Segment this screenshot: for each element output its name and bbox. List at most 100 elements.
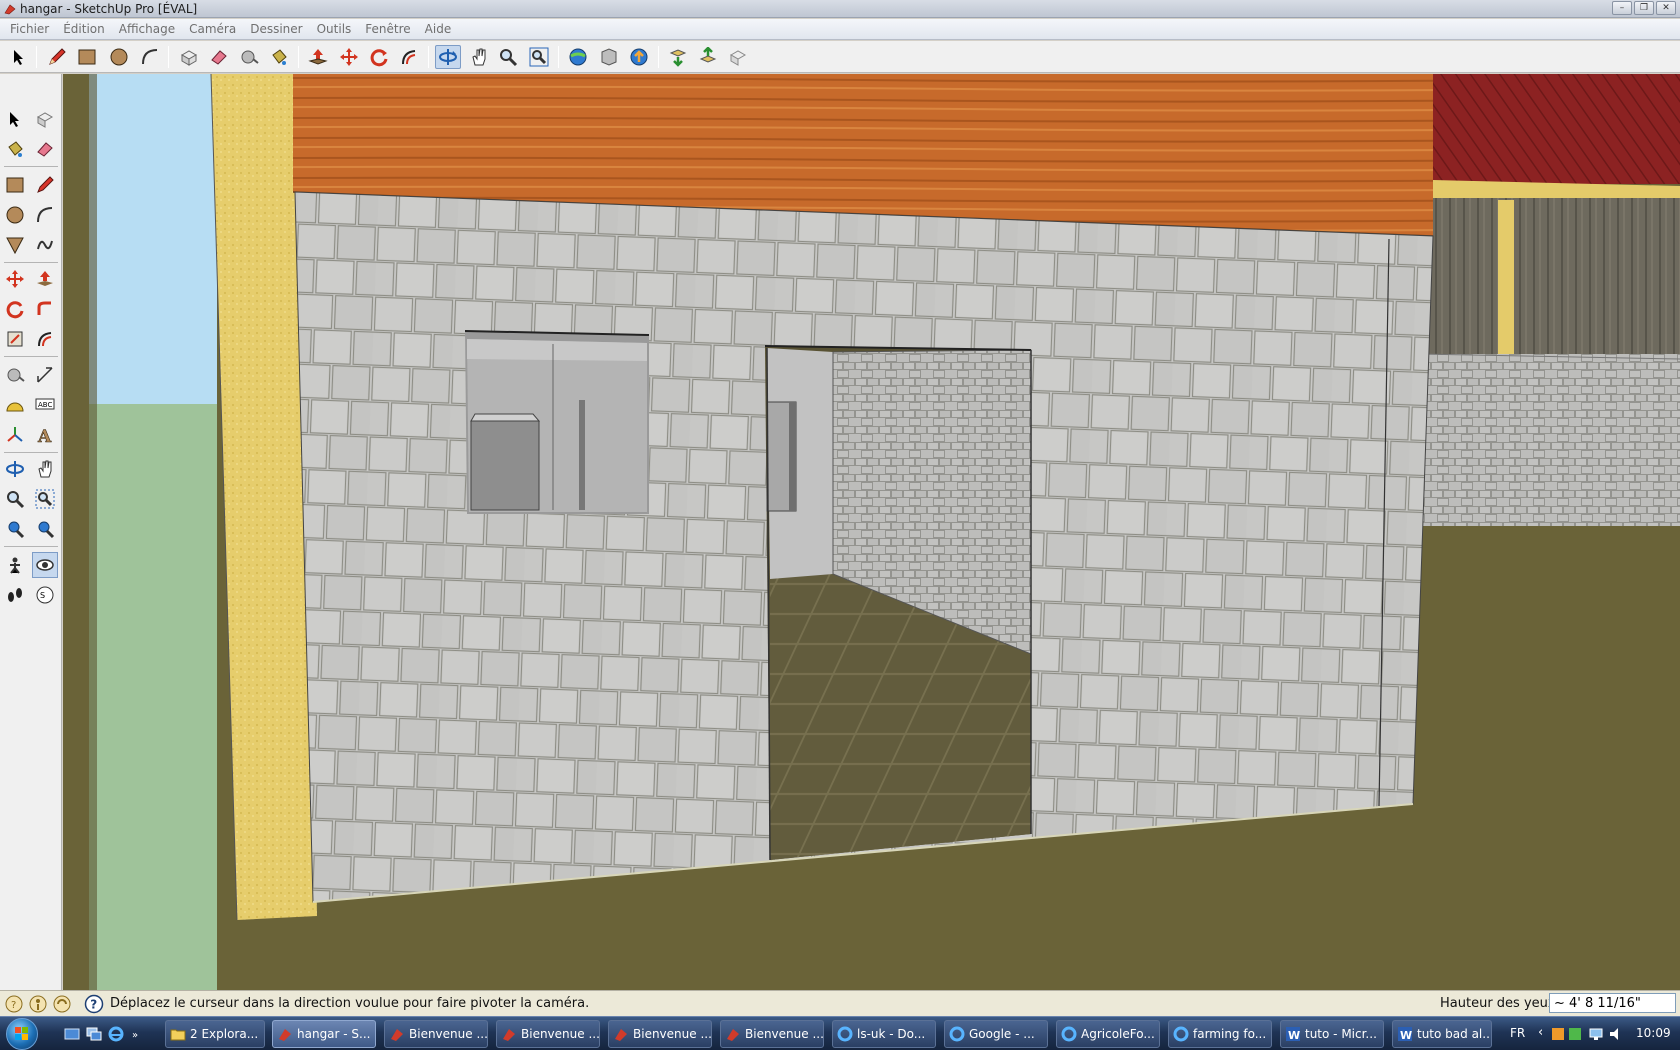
left-axes-button[interactable] [2,422,28,448]
tool-make-component-button[interactable] [176,45,202,69]
tool-rectangle-button[interactable] [74,45,100,69]
left-offset-button[interactable] [32,326,58,352]
left-push-pull-button[interactable] [32,266,58,292]
start-button[interactable] [6,1018,38,1050]
left-zoom-button[interactable] [2,486,28,512]
taskbar-button-bienvenue-4[interactable]: Bienvenue ... [720,1020,824,1048]
tool-orbit-button[interactable] [435,45,461,69]
left-eraser-button[interactable] [32,136,58,162]
quick-launch-more-icon[interactable]: » [130,1026,146,1042]
network-icon[interactable] [1588,1026,1604,1042]
left-tape-measure-button[interactable] [2,362,28,388]
left-3d-text-button[interactable]: A [32,422,58,448]
menu-dessiner[interactable]: Dessiner [243,22,309,36]
language-indicator[interactable]: FR [1510,1026,1525,1040]
taskbar-button-google[interactable]: Google - ... [944,1020,1048,1048]
taskbar-button-tuto-micr[interactable]: W tuto - Micr... [1280,1020,1384,1048]
menu-edition[interactable]: Édition [56,22,112,36]
left-orbit-button[interactable] [2,456,28,482]
menu-aide[interactable]: Aide [418,22,459,36]
close-button[interactable]: ✕ [1656,1,1676,15]
tool-offset-button[interactable] [396,45,422,69]
taskbar-label: Bienvenue ... [745,1027,824,1041]
menu-fenetre[interactable]: Fenêtre [358,22,417,36]
tool-zoom-button[interactable] [495,45,521,69]
left-zoom-window-button[interactable] [32,486,58,512]
left-arc-button[interactable] [32,202,58,228]
tray-green-icon[interactable] [1567,1026,1583,1042]
taskbar-button-bienvenue-2[interactable]: Bienvenue ... [496,1020,600,1048]
sign-in-icon[interactable] [52,994,72,1014]
menu-outils[interactable]: Outils [310,22,359,36]
menu-camera[interactable]: Caméra [182,22,243,36]
tool-select-button[interactable] [6,45,32,69]
menu-fichier[interactable]: Fichier [3,22,56,36]
switch-windows-icon[interactable] [86,1026,102,1042]
left-rotate-button[interactable] [2,296,28,322]
left-freehand-button[interactable] [32,232,58,258]
tool-eraser-button[interactable] [206,45,232,69]
taskbar-button-bienvenue-1[interactable]: Bienvenue ... [384,1020,488,1048]
tool-paint-bucket-button[interactable] [266,45,292,69]
clock[interactable]: 10:09 [1636,1026,1671,1040]
tool-move-button[interactable] [336,45,362,69]
tool-arc-button[interactable] [137,45,163,69]
left-next-view-button[interactable] [32,516,58,542]
tool-zoom-extents-button[interactable] [526,45,552,69]
left-rectangle-button[interactable] [2,172,28,198]
tool-share-model-button[interactable] [596,45,622,69]
tool-toggle-terrain-button[interactable] [695,45,721,69]
left-walk-button[interactable] [2,582,28,608]
left-position-camera-button[interactable] [2,552,28,578]
left-select-button[interactable] [2,106,28,132]
tray-app-icon[interactable] [1550,1026,1566,1042]
left-scale-button[interactable] [2,326,28,352]
model-viewport[interactable] [63,74,1680,990]
volume-icon[interactable] [1608,1026,1624,1042]
minimize-button[interactable]: – [1612,1,1632,15]
show-desktop-icon[interactable] [64,1026,80,1042]
geo-location-icon[interactable]: ? [4,994,24,1014]
help-icon[interactable]: ? [84,994,104,1014]
system-tray: FR ‹ 10:09 [1430,1017,1680,1050]
word-icon: W [1286,1027,1300,1042]
tool-pan-button[interactable] [466,45,492,69]
taskbar-button-hangar[interactable]: hangar - S... [272,1020,376,1048]
measurements-input[interactable] [1549,993,1676,1013]
left-paint-bucket-button[interactable] [2,136,28,162]
taskbar-button-agricole[interactable]: AgricoleFo... [1056,1020,1160,1048]
tool-google-earth-button[interactable] [665,45,691,69]
taskbar-label: Bienvenue ... [633,1027,712,1041]
taskbar-button-ls-uk[interactable]: ls-uk - Do... [832,1020,936,1048]
taskbar-button-explorer[interactable]: 2 Explora... ▼ [165,1020,265,1048]
left-make-component-button[interactable] [32,106,58,132]
push-pull-icon [308,49,328,65]
menu-affichage[interactable]: Affichage [112,22,182,36]
left-section-plane-button[interactable]: S [32,582,58,608]
taskbar-button-farming[interactable]: farming fo... [1168,1020,1272,1048]
left-polygon-button[interactable] [2,232,28,258]
tool-preview-earth-button[interactable] [725,45,751,69]
left-previous-view-button[interactable] [2,516,28,542]
tool-share-component-button[interactable] [626,45,652,69]
left-line-button[interactable] [32,172,58,198]
tray-expand-icon[interactable]: ‹ [1538,1025,1543,1040]
internet-explorer-icon[interactable] [108,1026,124,1042]
left-move-button[interactable] [2,266,28,292]
left-dimension-button[interactable] [32,362,58,388]
tool-get-models-button[interactable] [565,45,591,69]
left-pan-button[interactable] [32,456,58,482]
left-follow-me-button[interactable] [32,296,58,322]
tool-rotate-button[interactable] [366,45,392,69]
left-circle-button[interactable] [2,202,28,228]
left-look-around-button[interactable] [32,552,58,578]
tool-circle-button[interactable] [106,45,132,69]
credits-icon[interactable] [28,994,48,1014]
left-text-button[interactable]: ABC [32,392,58,418]
tool-push-pull-button[interactable] [305,45,331,69]
restore-button[interactable]: ❐ [1634,1,1654,15]
left-protractor-button[interactable] [2,392,28,418]
tool-pencil-button[interactable] [44,45,70,69]
tool-tape-measure-button[interactable] [236,45,262,69]
taskbar-button-bienvenue-3[interactable]: Bienvenue ... [608,1020,712,1048]
